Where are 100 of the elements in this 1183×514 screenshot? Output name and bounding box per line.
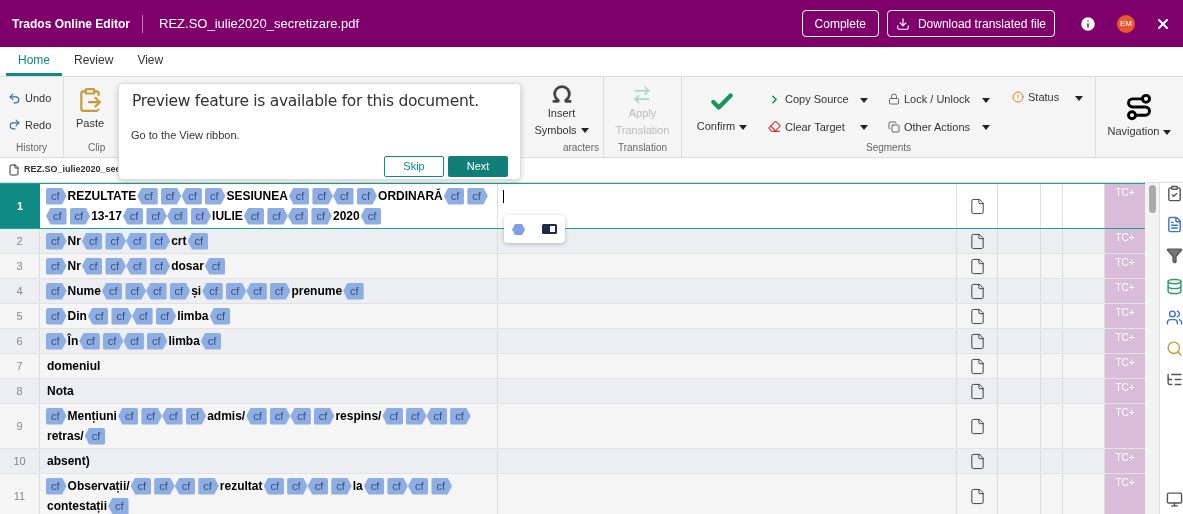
tag-marker[interactable]: cf bbox=[267, 207, 288, 225]
segment-number[interactable]: 9 bbox=[0, 404, 40, 448]
checklist-icon[interactable] bbox=[1166, 185, 1183, 202]
segment-number[interactable]: 3 bbox=[0, 254, 40, 278]
segment-number[interactable]: 5 bbox=[0, 304, 40, 328]
redo-button[interactable]: Redo bbox=[8, 116, 55, 133]
scrollbar-thumb[interactable] bbox=[1148, 185, 1156, 213]
tag-marker[interactable]: cf bbox=[46, 332, 67, 350]
tag-marker[interactable]: cf bbox=[269, 282, 291, 300]
tag-marker[interactable]: cf bbox=[126, 257, 147, 275]
ribbon-tab[interactable]: Review bbox=[62, 47, 126, 76]
tag-marker[interactable]: cf bbox=[146, 207, 167, 225]
tag-marker[interactable]: cf bbox=[185, 407, 207, 425]
tag-marker[interactable]: cf bbox=[108, 497, 129, 514]
tag-marker[interactable]: cf bbox=[187, 232, 209, 250]
tag-marker[interactable]: cf bbox=[204, 257, 226, 275]
confirm-button[interactable]: Confirm bbox=[694, 89, 750, 135]
document-icon[interactable] bbox=[1166, 216, 1183, 233]
segment-number[interactable]: 8 bbox=[0, 379, 40, 403]
tag-marker[interactable]: cf bbox=[363, 477, 385, 495]
tag-marker[interactable]: cf bbox=[263, 477, 285, 495]
tag-marker[interactable]: cf bbox=[356, 187, 378, 205]
segment-number[interactable]: 11 bbox=[0, 474, 40, 514]
tag-marker[interactable]: cf bbox=[123, 332, 144, 350]
tag-marker[interactable]: cf bbox=[243, 207, 265, 225]
user-avatar[interactable]: EM bbox=[1117, 14, 1135, 33]
tag-marker[interactable]: cf bbox=[46, 282, 67, 300]
tag-marker[interactable]: cf bbox=[382, 407, 403, 425]
tag-marker[interactable]: cf bbox=[426, 407, 448, 425]
lock-unlock-button[interactable]: Lock / Unlock bbox=[888, 91, 990, 108]
tag-marker[interactable]: cf bbox=[46, 187, 67, 205]
tag-marker[interactable]: cf bbox=[467, 187, 488, 205]
tag-marker[interactable]: cf bbox=[287, 207, 309, 225]
segment-number[interactable]: 2 bbox=[0, 229, 40, 253]
segment-number[interactable]: 7 bbox=[0, 354, 40, 378]
copy-source-button[interactable]: Copy Source bbox=[768, 91, 868, 108]
tag-marker[interactable]: cf bbox=[290, 407, 311, 425]
tag-marker[interactable]: cf bbox=[105, 257, 127, 275]
tag-marker[interactable]: cf bbox=[141, 407, 162, 425]
clear-target-button[interactable]: Clear Target bbox=[768, 118, 868, 135]
tag-marker[interactable]: cf bbox=[149, 257, 171, 275]
search-icon[interactable] bbox=[1166, 340, 1183, 357]
status-button[interactable]: Status bbox=[1012, 89, 1084, 106]
tag-marker[interactable]: cf bbox=[198, 477, 219, 495]
tag-marker[interactable]: cf bbox=[126, 232, 147, 250]
tag-marker[interactable]: cf bbox=[132, 307, 153, 325]
undo-button[interactable]: Undo bbox=[8, 90, 55, 107]
tag-marker[interactable]: cf bbox=[200, 332, 222, 350]
skip-button[interactable]: Skip bbox=[384, 155, 444, 177]
tag-marker[interactable]: cf bbox=[169, 282, 191, 300]
tag-marker[interactable]: cf bbox=[246, 282, 267, 300]
tag-marker[interactable]: cf bbox=[46, 257, 67, 275]
tag-marker[interactable]: cf bbox=[154, 477, 175, 495]
tag-marker[interactable]: cf bbox=[79, 332, 100, 350]
hexagon-icon[interactable] bbox=[512, 223, 526, 235]
tag-marker[interactable]: cf bbox=[125, 282, 147, 300]
users-icon[interactable] bbox=[1166, 309, 1183, 326]
segment-number[interactable]: 6 bbox=[0, 329, 40, 353]
tag-marker[interactable]: cf bbox=[46, 207, 67, 225]
tag-marker[interactable]: cf bbox=[111, 307, 133, 325]
tag-marker[interactable]: cf bbox=[46, 232, 67, 250]
segment-number[interactable]: 1 bbox=[0, 184, 40, 228]
tag-marker[interactable]: cf bbox=[102, 332, 124, 350]
tag-marker[interactable]: cf bbox=[287, 477, 308, 495]
tag-marker[interactable]: cf bbox=[160, 187, 182, 205]
tag-marker[interactable]: cf bbox=[209, 307, 231, 325]
tag-marker[interactable]: cf bbox=[406, 407, 427, 425]
tag-marker[interactable]: cf bbox=[46, 407, 67, 425]
tag-marker[interactable]: cf bbox=[162, 407, 183, 425]
tag-marker[interactable]: cf bbox=[431, 477, 453, 495]
tag-marker[interactable]: cf bbox=[46, 477, 67, 495]
tag-marker[interactable]: cf bbox=[387, 477, 408, 495]
complete-button[interactable]: Complete bbox=[801, 10, 879, 37]
tag-marker[interactable]: cf bbox=[360, 207, 382, 225]
download-button[interactable]: Download translated file bbox=[886, 10, 1055, 37]
ribbon-tab[interactable]: View bbox=[125, 47, 176, 76]
next-button[interactable]: Next bbox=[448, 155, 508, 177]
translate-icon[interactable] bbox=[541, 224, 557, 234]
tag-marker[interactable]: cf bbox=[166, 207, 188, 225]
tag-marker[interactable]: cf bbox=[46, 307, 67, 325]
tag-marker[interactable]: cf bbox=[81, 257, 103, 275]
tag-marker[interactable]: cf bbox=[101, 282, 123, 300]
tag-marker[interactable]: cf bbox=[69, 207, 91, 225]
tag-marker[interactable]: cf bbox=[122, 207, 144, 225]
tag-marker[interactable]: cf bbox=[288, 187, 310, 205]
tag-marker[interactable]: cf bbox=[181, 187, 202, 205]
tag-marker[interactable]: cf bbox=[225, 282, 247, 300]
tag-marker[interactable]: cf bbox=[343, 282, 364, 300]
info-icon[interactable] bbox=[1079, 14, 1097, 33]
tag-marker[interactable]: cf bbox=[117, 407, 139, 425]
tag-marker[interactable]: cf bbox=[312, 187, 333, 205]
navigation-button[interactable]: Navigation bbox=[1107, 93, 1172, 140]
database-icon[interactable] bbox=[1166, 278, 1183, 295]
insert-symbols-button[interactable]: Insert Symbols bbox=[534, 83, 589, 138]
tag-marker[interactable]: cf bbox=[149, 232, 171, 250]
paste-button[interactable]: Paste bbox=[76, 87, 105, 132]
tag-marker[interactable]: cf bbox=[81, 232, 103, 250]
tag-marker[interactable]: cf bbox=[87, 307, 109, 325]
segment-number[interactable]: 4 bbox=[0, 279, 40, 303]
monitor-icon[interactable] bbox=[1166, 491, 1183, 508]
